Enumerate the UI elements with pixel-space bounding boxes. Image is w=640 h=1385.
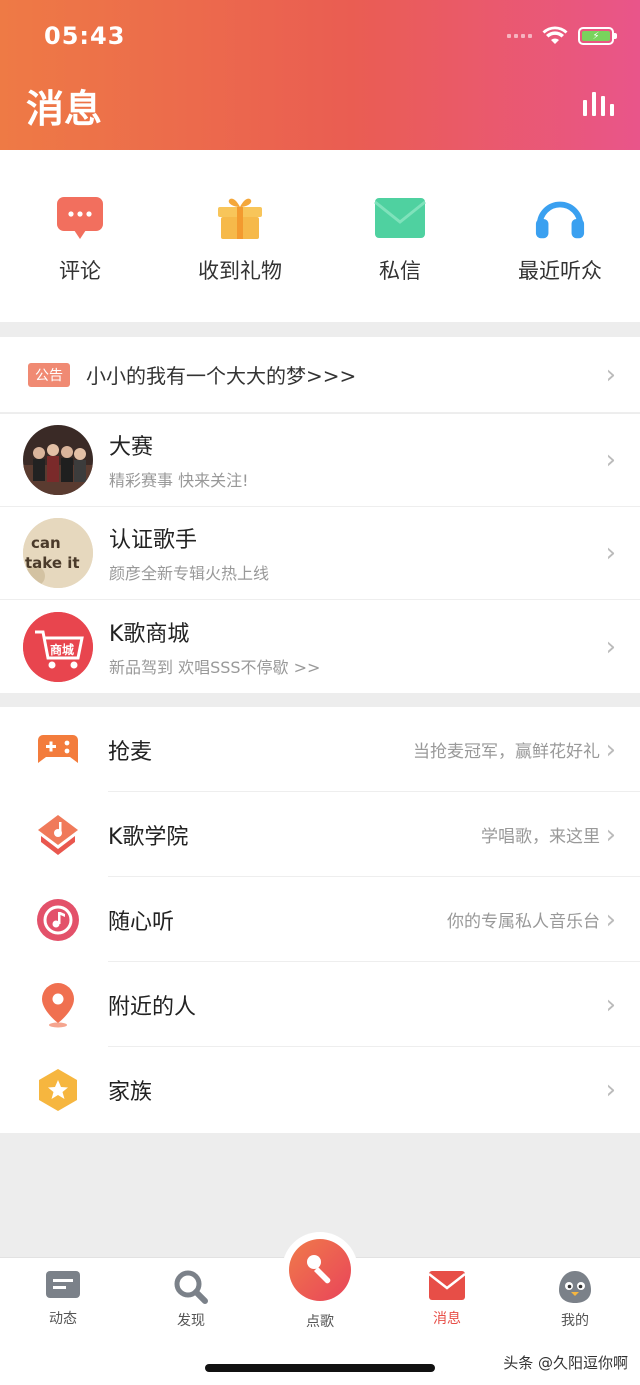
quick-action-messages[interactable]: 私信 [320, 150, 480, 322]
list-item-family[interactable]: 家族 › [0, 1047, 640, 1132]
header: 05:43 ⚡ 消息 [0, 0, 640, 150]
store-avatar-text: 商城 [50, 642, 74, 657]
tab-label: 消息 [433, 1311, 461, 1327]
wifi-icon [542, 26, 568, 44]
quick-action-recent-listeners[interactable]: 最近听众 [480, 150, 640, 322]
avatar-text-can: can [31, 534, 61, 552]
chevron-right-icon: › [605, 631, 616, 662]
avatar-text-take-it: take it [25, 554, 80, 572]
page-title: 消息 [26, 87, 103, 131]
quick-action-label: 私信 [379, 259, 421, 283]
tab-label: 我的 [561, 1313, 589, 1329]
chevron-right-icon: › [605, 445, 616, 475]
list-item-title: 抢麦 [108, 739, 153, 765]
list-item-k-song-store[interactable]: 商城 K歌商城 新品驾到 欢唱SSS不停歇 >> › [0, 600, 640, 693]
tab-discover[interactable]: 发现 [146, 1270, 236, 1330]
list-item-subtitle: 颜彦全新专辑火热上线 [109, 564, 270, 583]
feed-icon [46, 1271, 80, 1298]
chevron-right-icon: › [605, 1074, 616, 1105]
envelope-icon [374, 195, 426, 241]
chevron-right-icon: › [605, 734, 616, 765]
list-item-hint: 当抢麦冠军，赢鲜花好礼 [413, 742, 600, 762]
chevron-right-icon: › [605, 904, 616, 935]
tab-label: 发现 [177, 1313, 205, 1329]
list-item-title: K歌学院 [108, 824, 189, 850]
envelope-icon [428, 1271, 466, 1300]
signal-icon [507, 34, 532, 38]
gift-icon [214, 195, 266, 241]
star-hexagon-icon [36, 1068, 80, 1112]
status-time: 05:43 [44, 22, 126, 50]
announcement-row[interactable]: 公告 小小的我有一个大大的梦>>> › [0, 337, 640, 413]
home-indicator[interactable] [205, 1364, 435, 1372]
list-item-subtitle: 新品驾到 欢唱SSS不停歇 >> [109, 657, 321, 677]
list-item-title: 附近的人 [108, 994, 197, 1020]
academy-icon [36, 813, 80, 857]
feature-list: 抢麦 当抢麦冠军，赢鲜花好礼 › K歌学院 学唱歌，来这里 › 随心听 你的专属… [0, 707, 640, 1133]
list-item-title: K歌商城 [109, 621, 190, 647]
penguin-avatar-icon [559, 1271, 591, 1303]
tab-messages[interactable]: 消息 [402, 1270, 492, 1328]
tab-label: 点歌 [306, 1314, 334, 1330]
quick-action-comments[interactable]: 评论 [0, 150, 160, 322]
tab-feed[interactable]: 动态 [18, 1270, 108, 1328]
list-item-title: 家族 [108, 1079, 153, 1105]
list-item-hint: 学唱歌，来这里 [481, 827, 600, 847]
quick-actions: 评论 收到礼物 私信 最近听众 [0, 150, 640, 322]
comment-bubble-icon [54, 195, 106, 241]
promo-list: 大赛 精彩赛事 快来关注! › can take it 认证歌手 颜彦全新专辑火… [0, 414, 640, 693]
tab-profile[interactable]: 我的 [530, 1270, 620, 1330]
headphones-icon [534, 195, 586, 241]
list-item-subtitle: 精彩赛事 快来关注! [109, 471, 249, 490]
search-icon [174, 1270, 208, 1304]
list-item-k-academy[interactable]: K歌学院 学唱歌，来这里 › [0, 792, 640, 877]
store-avatar: 商城 [23, 611, 93, 682]
list-item-nearby-people[interactable]: 附近的人 › [0, 962, 640, 1047]
sing-center-button[interactable] [282, 1232, 358, 1308]
tab-label: 动态 [49, 1311, 77, 1327]
contest-avatar [23, 425, 93, 495]
chevron-right-icon: › [605, 819, 616, 850]
list-item-contest[interactable]: 大赛 精彩赛事 快来关注! › [0, 414, 640, 507]
list-item-title: 大赛 [109, 435, 154, 460]
chevron-right-icon: › [605, 359, 616, 390]
quick-action-label: 评论 [59, 259, 101, 283]
location-pin-icon [36, 982, 80, 1027]
music-note-icon [36, 898, 80, 942]
quick-action-label: 最近听众 [518, 259, 602, 283]
tab-song-request[interactable]: 点歌 [275, 1305, 365, 1331]
list-item-grab-mic[interactable]: 抢麦 当抢麦冠军，赢鲜花好礼 › [0, 707, 640, 792]
battery-icon: ⚡ [578, 27, 617, 45]
list-item-hint: 你的专属私人音乐台 [447, 912, 600, 932]
list-item-title: 随心听 [108, 909, 175, 935]
microphone-icon [289, 1239, 351, 1301]
status-icons: ⚡ [507, 26, 617, 46]
chart-bars-icon[interactable] [583, 92, 614, 116]
announcement-badge: 公告 [28, 362, 70, 387]
quick-action-label: 收到礼物 [198, 259, 282, 283]
certified-singer-avatar: can take it [23, 518, 93, 588]
watermark-text: 头条 @久阳逗你啊 [503, 1354, 628, 1372]
announcement-text: 小小的我有一个大大的梦>>> [86, 364, 357, 388]
chevron-right-icon: › [605, 989, 616, 1020]
list-item-title: 认证歌手 [109, 528, 198, 553]
gamepad-icon [36, 728, 80, 772]
chevron-right-icon: › [605, 538, 616, 568]
list-item-random-listen[interactable]: 随心听 你的专属私人音乐台 › [0, 877, 640, 962]
quick-action-gifts[interactable]: 收到礼物 [160, 150, 320, 322]
list-item-certified-singer[interactable]: can take it 认证歌手 颜彦全新专辑火热上线 › [0, 507, 640, 600]
